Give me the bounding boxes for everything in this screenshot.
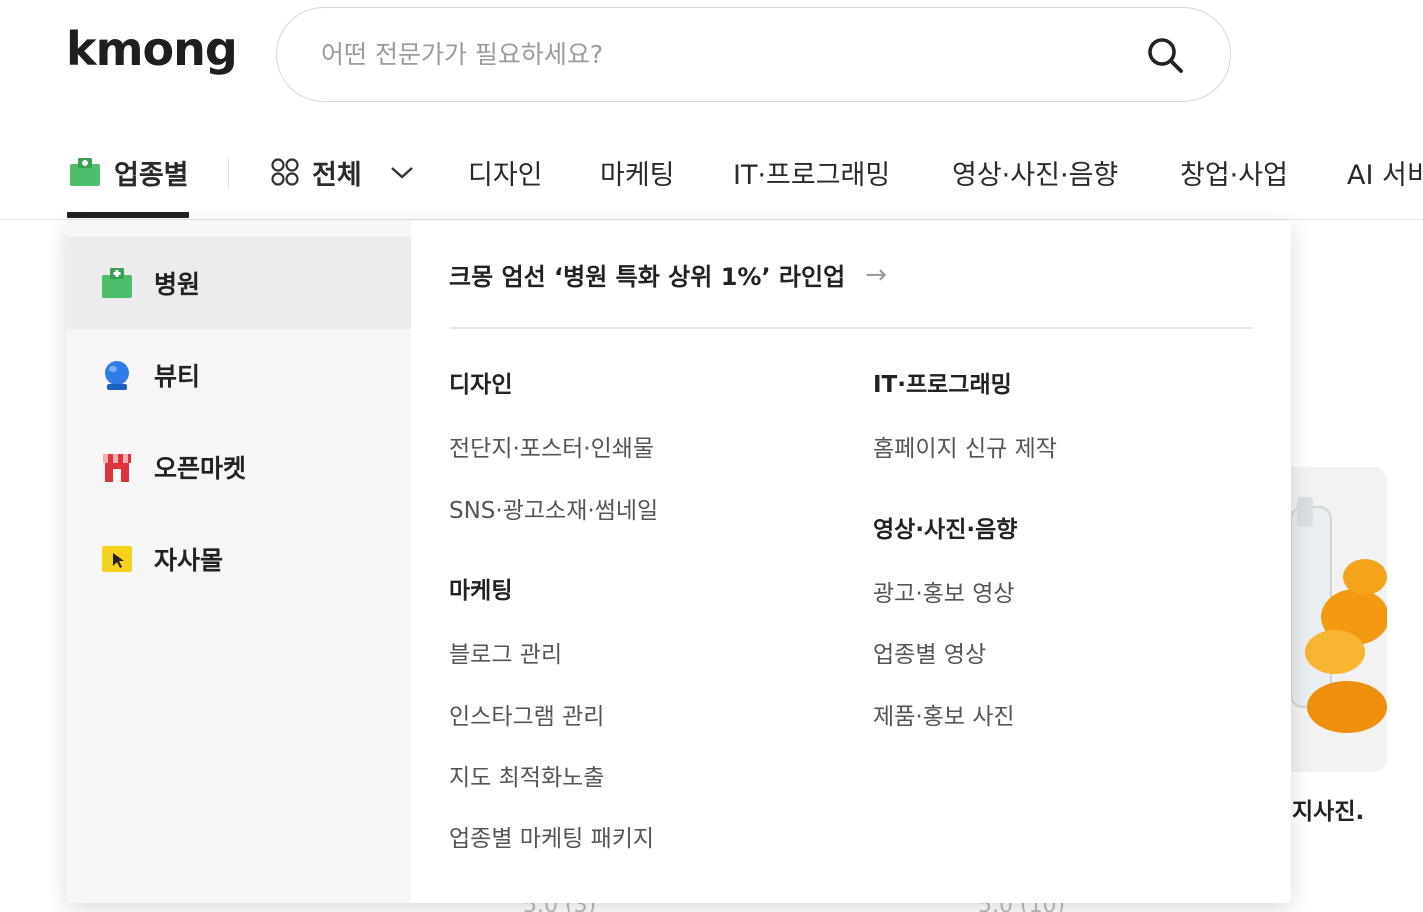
sub-category-link[interactable]: 전단지·포스터·인쇄물: [449, 429, 654, 463]
nav-category-ai[interactable]: AI 서비: [1347, 140, 1423, 204]
search-bar[interactable]: [276, 7, 1231, 102]
sub-category-link[interactable]: 블로그 관리: [449, 635, 562, 669]
industry-label: 오픈마켓: [154, 454, 247, 483]
product-title[interactable]: 지사진.: [1292, 792, 1364, 826]
nav-all-label: 전체: [312, 159, 362, 191]
industry-item-beauty[interactable]: 뷰티: [66, 329, 411, 421]
nav-divider: [228, 158, 229, 188]
grid-icon: [271, 158, 299, 186]
nav-category-it[interactable]: IT·프로그래밍: [733, 140, 890, 204]
industry-label: 자사몰: [154, 546, 224, 575]
group-heading-it: IT·프로그래밍: [873, 372, 1012, 398]
nav-category-design[interactable]: 디자인: [468, 140, 543, 204]
sub-category-link[interactable]: 광고·홍보 영상: [873, 574, 1015, 608]
industry-label: 병원: [154, 270, 201, 299]
hospital-icon: [70, 158, 100, 186]
own-mall-icon: [102, 546, 132, 572]
industry-item-open-market[interactable]: 오픈마켓: [66, 421, 411, 513]
industry-dropdown: 병원 뷰티 오픈마켓 자사몰 크몽 엄선 ‘병원 특화 상위 1%’ 라인업 →…: [66, 221, 1291, 903]
sub-category-link[interactable]: 홈페이지 신규 제작: [873, 429, 1057, 463]
nav-all[interactable]: 전체: [270, 140, 416, 204]
nav-category-startup[interactable]: 창업·사업: [1180, 140, 1288, 204]
sub-category-link[interactable]: 업종별 영상: [873, 635, 986, 669]
group-heading-media: 영상·사진·음향: [873, 517, 1018, 543]
search-input[interactable]: [321, 40, 1144, 69]
nav-active-indicator: [67, 212, 189, 218]
dropdown-content: 크몽 엄선 ‘병원 특화 상위 1%’ 라인업 → 디자인 전단지·포스터·인쇄…: [411, 221, 1291, 903]
group-heading-marketing: 마케팅: [449, 578, 513, 604]
sub-category-link[interactable]: 지도 최적화노출: [449, 758, 604, 792]
product-image: [1285, 467, 1387, 772]
sub-category-link[interactable]: 제품·홍보 사진: [873, 697, 1015, 731]
sub-category-link[interactable]: 인스타그램 관리: [449, 697, 604, 731]
industry-item-hospital[interactable]: 병원: [66, 237, 411, 329]
product-thumbnail[interactable]: [1285, 467, 1387, 772]
nav-industry[interactable]: 업종별: [68, 140, 189, 204]
group-heading-design: 디자인: [449, 372, 513, 398]
search-icon[interactable]: [1144, 34, 1186, 76]
sub-category-link[interactable]: SNS·광고소재·썸네일: [449, 491, 658, 525]
nav-industry-label: 업종별: [114, 159, 189, 191]
hospital-icon: [102, 268, 132, 298]
arrow-right-icon: →: [865, 259, 887, 290]
sub-category-link[interactable]: 업종별 마케팅 패키지: [449, 819, 654, 853]
divider: [449, 327, 1253, 329]
page: kmong 지사진. 5.0 (3) 5.0 (10): [0, 0, 1423, 912]
promo-link[interactable]: 크몽 엄선 ‘병원 특화 상위 1%’ 라인업 →: [449, 257, 887, 292]
industry-list: 병원 뷰티 오픈마켓 자사몰: [66, 221, 411, 903]
open-market-icon: [103, 454, 131, 482]
beauty-icon: [105, 361, 129, 390]
chevron-down-icon: [390, 167, 413, 179]
kmong-logo[interactable]: kmong: [66, 22, 238, 76]
industry-label: 뷰티: [154, 362, 201, 391]
industry-item-own-mall[interactable]: 자사몰: [66, 513, 411, 605]
nav-category-marketing[interactable]: 마케팅: [600, 140, 675, 204]
category-nav: 업종별 전체 디자인 마케팅 IT·프로그래밍 영상·사진·음향 창업·사업 A…: [0, 140, 1423, 220]
promo-label: 크몽 엄선 ‘병원 특화 상위 1%’ 라인업: [449, 263, 846, 291]
nav-category-media[interactable]: 영상·사진·음향: [952, 140, 1118, 204]
